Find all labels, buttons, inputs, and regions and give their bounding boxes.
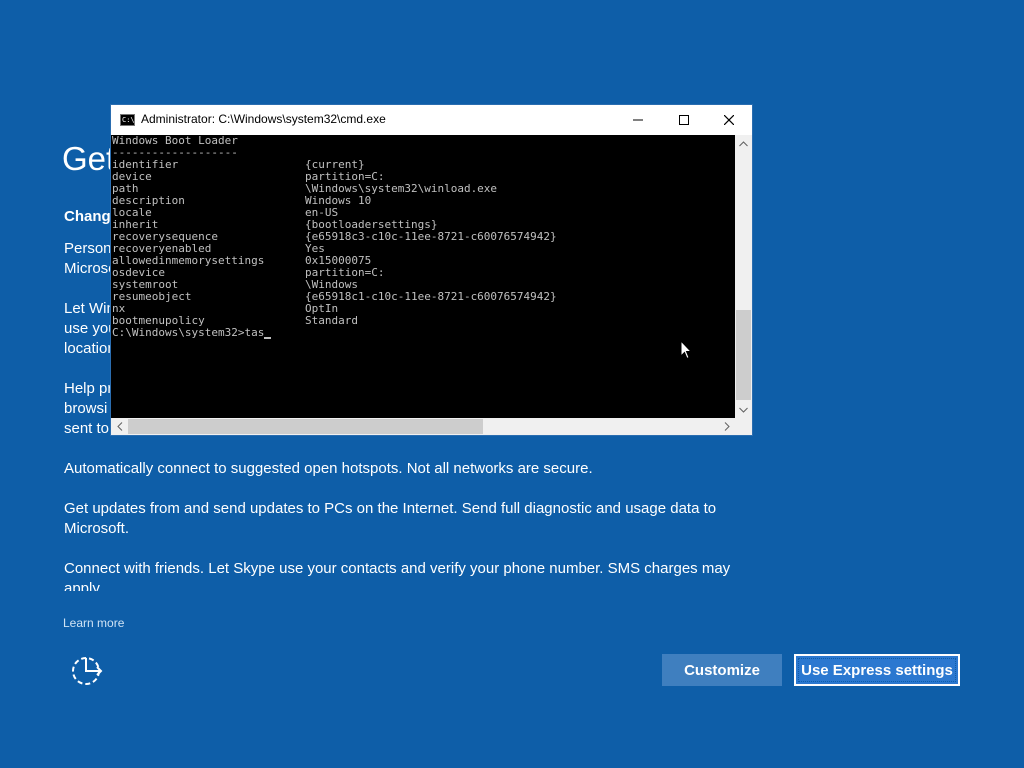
console-output[interactable]: Windows Boot Loader ------------------- … [111,135,735,418]
bcd-entry-row: resumeobject {e65918c1-c10c-11ee-8721-c60… [111,291,735,303]
bcd-entry-row: path \Windows\system32\winload.exe [111,183,735,195]
paragraph-hotspots: Automatically connect to suggested open … [64,460,593,477]
minimize-button[interactable] [615,105,661,135]
customize-button[interactable]: Customize [662,654,782,686]
bcd-entry-key: device [112,170,152,183]
bcd-entry-row: description Windows 10 [111,195,735,207]
vertical-scroll-thumb[interactable] [736,310,751,400]
paragraph-text: Help pr browsi sent to [64,380,113,437]
learn-more-link[interactable]: Learn more [63,616,124,630]
paragraph-skype: Connect with friends. Let Skype use your… [64,560,731,591]
bcd-entry-row: osdevice partition=C: [111,267,735,279]
horizontal-scrollbar[interactable] [111,418,735,435]
minimize-icon [633,119,643,121]
cmd-titlebar[interactable]: C:\ Administrator: C:\Windows\system32\c… [111,105,752,135]
bcd-entry-row: allowedinmemorysettings 0x15000075 [111,255,735,267]
ease-of-access-icon[interactable] [70,654,106,686]
scroll-down-arrow-icon[interactable] [735,401,752,418]
scroll-right-arrow-icon[interactable] [718,418,735,435]
cmd-window[interactable]: C:\ Administrator: C:\Windows\system32\c… [111,105,752,435]
cmd-app-icon-text: C:\ [122,116,135,124]
bcd-entry-value: Standard [305,314,358,327]
paragraph-updates: Get updates from and send updates to PCs… [64,500,717,537]
cmd-window-title: Administrator: C:\Windows\system32\cmd.e… [141,112,386,126]
bcd-entry-row: identifier {current} [111,159,735,171]
close-icon [724,115,734,125]
scrollbar-corner [735,418,752,435]
mouse-pointer-icon [680,340,692,360]
vertical-scrollbar[interactable] [735,135,752,418]
scroll-left-arrow-icon[interactable] [111,418,128,435]
page-title: Get [62,140,116,177]
maximize-button[interactable] [661,105,707,135]
text-cursor [264,327,272,339]
horizontal-scroll-thumb[interactable] [128,419,483,434]
prompt-text: C:\Windows\system32>tas [112,326,265,339]
scroll-up-arrow-icon[interactable] [735,135,752,152]
paragraph-text: Let Win use you location [64,300,117,357]
bcd-entries: identifier {current} device partition=C: pat… [111,159,735,327]
bcd-entry-value: {e65918c3-c10c-11ee-8721-c60076574942} [305,230,557,243]
cmd-app-icon[interactable]: C:\ [120,114,135,126]
maximize-icon [679,115,689,125]
command-prompt[interactable]: C:\Windows\system32>tas [111,327,735,339]
use-express-settings-button[interactable]: Use Express settings [794,654,960,686]
console-header-underline: ------------------- [112,146,238,159]
close-button[interactable] [706,105,752,135]
bcd-entry-value: {e65918c1-c10c-11ee-8721-c60076574942} [305,290,557,303]
bcd-entry-key: resumeobject [112,290,192,303]
